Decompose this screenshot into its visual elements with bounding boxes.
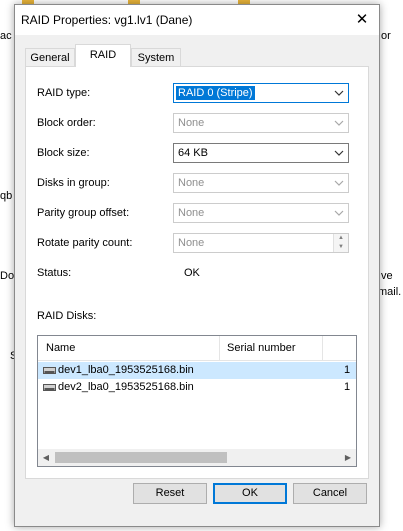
bg-text: ve <box>381 270 393 282</box>
column-divider[interactable] <box>219 336 220 360</box>
chevron-down-icon <box>334 90 344 96</box>
raid-tab-panel: RAID type: RAID 0 (Stripe) Block order: … <box>25 66 369 479</box>
parity-group-offset-select[interactable]: None <box>173 203 349 223</box>
raid-type-value: RAID 0 (Stripe) <box>176 86 255 100</box>
chevron-down-icon <box>334 150 344 156</box>
parity-group-offset-label: Parity group offset: <box>37 207 130 219</box>
list-header: Name Serial number <box>38 336 356 361</box>
drive-icon <box>43 384 56 391</box>
list-item[interactable]: dev1_lba0_1953525168.bin 1 <box>38 362 356 379</box>
raid-type-label: RAID type: <box>37 87 91 99</box>
close-button[interactable]: ✕ <box>351 10 373 30</box>
parity-group-offset-value: None <box>178 207 205 219</box>
block-size-select[interactable]: 64 KB <box>173 143 349 163</box>
disk-name: dev1_lba0_1953525168.bin <box>58 364 194 376</box>
column-divider[interactable] <box>322 336 323 360</box>
spin-up-icon[interactable]: ▲ <box>334 234 348 243</box>
status-value: OK <box>184 267 200 279</box>
block-order-value: None <box>178 117 205 129</box>
status-label: Status: <box>37 267 72 279</box>
close-icon: ✕ <box>355 11 369 28</box>
chevron-down-icon <box>334 120 344 126</box>
bg-text: qb <box>0 190 13 202</box>
disks-in-group-select[interactable]: None <box>173 173 349 193</box>
raid-properties-dialog: RAID Properties: vg1.lv1 (Dane) ✕ Genera… <box>14 4 380 527</box>
bg-text: Do <box>0 270 15 282</box>
column-header-name[interactable]: Name <box>46 342 75 354</box>
spin-down-icon[interactable]: ▼ <box>334 243 348 252</box>
bg-text: ac <box>0 30 12 42</box>
block-size-value: 64 KB <box>178 147 208 159</box>
block-order-label: Block order: <box>37 117 96 129</box>
raid-disks-list[interactable]: Name Serial number dev1_lba0_1953525168.… <box>37 335 357 467</box>
raid-type-select[interactable]: RAID 0 (Stripe) <box>173 83 349 103</box>
column-header-serial[interactable]: Serial number <box>227 342 295 354</box>
scroll-left-icon[interactable]: ◀ <box>38 451 54 464</box>
raid-disks-label: RAID Disks: <box>37 310 97 322</box>
chevron-down-icon <box>334 180 344 186</box>
bg-text: mail. <box>378 286 402 298</box>
disk-name: dev2_lba0_1953525168.bin <box>58 381 194 393</box>
tab-raid[interactable]: RAID <box>75 44 131 67</box>
scroll-right-icon[interactable]: ▶ <box>340 451 356 464</box>
rotate-parity-count-stepper[interactable]: None ▲ ▼ <box>173 233 349 253</box>
chevron-down-icon <box>334 210 344 216</box>
drive-icon <box>43 367 56 374</box>
block-order-select[interactable]: None <box>173 113 349 133</box>
block-size-label: Block size: <box>37 147 90 159</box>
disks-in-group-label: Disks in group: <box>37 177 110 189</box>
cancel-button[interactable]: Cancel <box>293 483 367 504</box>
horizontal-scrollbar[interactable]: ◀ ▶ <box>38 449 356 466</box>
scrollbar-thumb[interactable] <box>55 452 227 463</box>
spin-buttons[interactable]: ▲ ▼ <box>333 234 348 252</box>
reset-button[interactable]: Reset <box>133 483 207 504</box>
disks-in-group-value: None <box>178 177 205 189</box>
rotate-parity-count-value: None <box>178 237 205 249</box>
title-bar[interactable]: RAID Properties: vg1.lv1 (Dane) ✕ <box>15 5 379 35</box>
dialog-title: RAID Properties: vg1.lv1 (Dane) <box>21 13 193 27</box>
disk-serial: 1 <box>344 364 351 376</box>
bg-text: or <box>381 30 391 42</box>
ok-button[interactable]: OK <box>213 483 287 504</box>
disk-serial: 1 <box>344 381 351 393</box>
rotate-parity-count-label: Rotate parity count: <box>37 237 133 249</box>
tab-system[interactable]: System <box>131 48 181 67</box>
tab-general[interactable]: General <box>25 48 75 67</box>
list-item[interactable]: dev2_lba0_1953525168.bin 1 <box>38 379 356 396</box>
